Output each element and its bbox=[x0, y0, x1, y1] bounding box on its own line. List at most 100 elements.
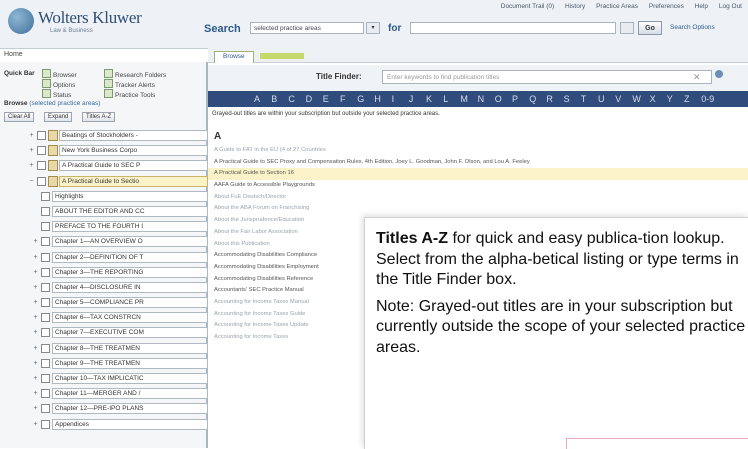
tree-row[interactable]: + A Practical Guide to SEC P bbox=[0, 158, 208, 173]
alphabet-letter-j[interactable]: J bbox=[409, 94, 414, 104]
tree-checkbox[interactable] bbox=[41, 191, 50, 201]
title-list-item[interactable]: AAFA Guide to Accessible Playgrounds bbox=[208, 180, 748, 192]
alphabet-letter-g[interactable]: G bbox=[357, 94, 364, 104]
clear-all-button[interactable]: Clear All bbox=[4, 112, 35, 122]
quick-bar-item-research-folders[interactable]: Research Folders bbox=[104, 69, 166, 79]
logo[interactable]: Wolters Kluwer Law & Business bbox=[8, 6, 178, 40]
tree-row-label[interactable]: Chapter 12—PRE-IPO PLANS bbox=[52, 403, 208, 415]
alphabet-letter-0-9[interactable]: 0-9 bbox=[701, 94, 714, 104]
tree-row[interactable]: + Chapter 5—COMPLIANCE PR bbox=[0, 295, 208, 310]
alphabet-letter-v[interactable]: V bbox=[615, 94, 621, 104]
alphabet-letter-n[interactable]: N bbox=[478, 94, 485, 104]
expand-button[interactable]: Expand bbox=[44, 112, 73, 122]
tree-row[interactable]: + Chapter 6—TAX CONSTRCN bbox=[0, 310, 208, 325]
expand-icon[interactable]: + bbox=[28, 147, 35, 154]
tree-row-label[interactable]: Chapter 10—TAX IMPLICATIC bbox=[52, 373, 208, 384]
tree-checkbox[interactable] bbox=[41, 206, 50, 216]
tree-row-label[interactable]: Highlights bbox=[52, 190, 208, 202]
tree-row-label[interactable]: Chapter 4—DISCLOSURE IN bbox=[52, 281, 208, 293]
expand-icon[interactable]: + bbox=[32, 314, 39, 321]
search-history-icon[interactable] bbox=[620, 22, 634, 34]
go-button[interactable]: Go bbox=[638, 21, 662, 35]
tree-row[interactable]: PREFACE TO THE FOURTH I bbox=[0, 219, 208, 234]
tree-row-label[interactable]: Appendices bbox=[52, 418, 208, 430]
top-link-log-out[interactable]: Log Out bbox=[719, 3, 742, 10]
expand-icon[interactable]: + bbox=[32, 329, 39, 336]
browse-hint[interactable]: (selected practice areas) bbox=[29, 100, 100, 107]
tree-row[interactable]: + Chapter 4—DISCLOSURE IN bbox=[0, 280, 208, 295]
tree-row-label[interactable]: Chapter 11—MERGER AND / bbox=[52, 388, 208, 400]
quick-bar-item-practice-tools[interactable]: Practice Tools bbox=[104, 89, 155, 99]
tree-row-label[interactable]: A Practical Guide to SEC P bbox=[59, 160, 208, 172]
tree-row[interactable]: Highlights bbox=[0, 189, 208, 204]
close-icon[interactable]: ✕ bbox=[693, 72, 701, 83]
title-finder-input[interactable]: Enter keywords to find publication title… bbox=[382, 70, 712, 84]
search-options-link[interactable]: Search Options bbox=[670, 24, 715, 31]
tree-row[interactable]: + Chapter 12—PRE-IPO PLANS bbox=[0, 401, 208, 416]
expand-icon[interactable]: + bbox=[32, 375, 39, 382]
collapse-icon[interactable]: − bbox=[28, 178, 35, 185]
tree-checkbox[interactable] bbox=[41, 313, 50, 323]
tree-checkbox[interactable] bbox=[41, 252, 50, 262]
top-link-preferences[interactable]: Preferences bbox=[649, 3, 684, 10]
alphabet-letter-c[interactable]: C bbox=[288, 94, 295, 104]
alphabet-letter-w[interactable]: W bbox=[632, 94, 641, 104]
tree-row[interactable]: + Chapter 3—THE REPORTING bbox=[0, 265, 208, 280]
alphabet-letter-i[interactable]: I bbox=[392, 94, 395, 104]
home-link[interactable]: Home bbox=[4, 51, 23, 58]
alphabet-letter-z[interactable]: Z bbox=[684, 94, 690, 104]
tree-row-label[interactable]: Chapter 9—THE TREATMEN bbox=[52, 357, 208, 369]
alphabet-letter-d[interactable]: D bbox=[306, 94, 313, 104]
tree-row-label[interactable]: A Practical Guide to Sectio bbox=[59, 175, 208, 187]
title-list-item[interactable]: A Practical Guide to Section 16 bbox=[208, 168, 748, 181]
tree-checkbox[interactable] bbox=[41, 343, 50, 353]
tree-row-label[interactable]: Chapter 7—EXECUTIVE COM bbox=[52, 327, 208, 339]
tree-row-label[interactable]: ABOUT THE EDITOR AND CC bbox=[52, 205, 208, 217]
tree-row[interactable]: + New York Business Corpo bbox=[0, 143, 208, 158]
alphabet-letter-q[interactable]: Q bbox=[529, 94, 536, 104]
tree-row-label[interactable]: Beatings of Stockholders - bbox=[59, 130, 208, 141]
title-list-item[interactable]: About FuE Deutsch/Director bbox=[208, 192, 748, 204]
tree-row-label[interactable]: Chapter 3—THE REPORTING bbox=[52, 266, 208, 278]
quick-bar-item-options[interactable]: Options bbox=[42, 79, 75, 89]
tree-checkbox[interactable] bbox=[37, 146, 46, 156]
tree-row[interactable]: + Chapter 11—MERGER AND / bbox=[0, 386, 208, 401]
tree-checkbox[interactable] bbox=[41, 267, 50, 277]
alphabet-letter-o[interactable]: O bbox=[495, 94, 502, 104]
search-scope-select[interactable]: selected practice areas bbox=[250, 22, 364, 34]
expand-icon[interactable]: + bbox=[28, 162, 35, 169]
tree-checkbox[interactable] bbox=[41, 282, 50, 292]
expand-icon[interactable]: + bbox=[28, 132, 35, 139]
expand-icon[interactable]: + bbox=[32, 360, 39, 367]
tree-row-label[interactable]: Chapter 5—COMPLIANCE PR bbox=[52, 297, 208, 309]
tree-row-label[interactable]: New York Business Corpo bbox=[59, 145, 208, 157]
tree-checkbox[interactable] bbox=[37, 161, 46, 171]
tree-row-label[interactable]: Chapter 1—AN OVERVIEW O bbox=[52, 236, 208, 248]
tree-checkbox[interactable] bbox=[41, 358, 50, 368]
alphabet-letter-r[interactable]: R bbox=[546, 94, 553, 104]
tree-row[interactable]: + Beatings of Stockholders - bbox=[0, 128, 208, 143]
expand-icon[interactable]: + bbox=[32, 269, 39, 276]
alphabet-letter-x[interactable]: X bbox=[650, 94, 656, 104]
quick-bar-item-tracker-alerts[interactable]: Tracker Alerts bbox=[104, 79, 155, 89]
expand-icon[interactable]: + bbox=[32, 238, 39, 245]
expand-icon[interactable]: + bbox=[32, 284, 39, 291]
alphabet-letter-t[interactable]: T bbox=[581, 94, 587, 104]
quick-bar-item-status[interactable]: Status bbox=[42, 89, 71, 99]
expand-icon[interactable]: + bbox=[32, 390, 39, 397]
expand-icon[interactable]: + bbox=[32, 299, 39, 306]
tree-row[interactable]: − A Practical Guide to Sectio bbox=[0, 174, 208, 189]
tree-row[interactable]: + Chapter 1—AN OVERVIEW O bbox=[0, 234, 208, 249]
tree-checkbox[interactable] bbox=[37, 131, 46, 140]
alphabet-letter-s[interactable]: S bbox=[564, 94, 570, 104]
alphabet-letter-h[interactable]: H bbox=[374, 94, 381, 104]
alphabet-letter-m[interactable]: M bbox=[460, 94, 468, 104]
tree-checkbox[interactable] bbox=[41, 389, 50, 399]
alphabet-letter-e[interactable]: E bbox=[323, 94, 329, 104]
tree-row-label[interactable]: Chapter 8—THE TREATMEN bbox=[52, 342, 208, 354]
top-link-help[interactable]: Help bbox=[695, 3, 708, 10]
expand-icon[interactable]: + bbox=[32, 345, 39, 352]
tab-browse[interactable]: Browse bbox=[214, 51, 254, 63]
quick-bar-item-browser[interactable]: Browser bbox=[42, 69, 77, 79]
tree-checkbox[interactable] bbox=[41, 419, 50, 429]
